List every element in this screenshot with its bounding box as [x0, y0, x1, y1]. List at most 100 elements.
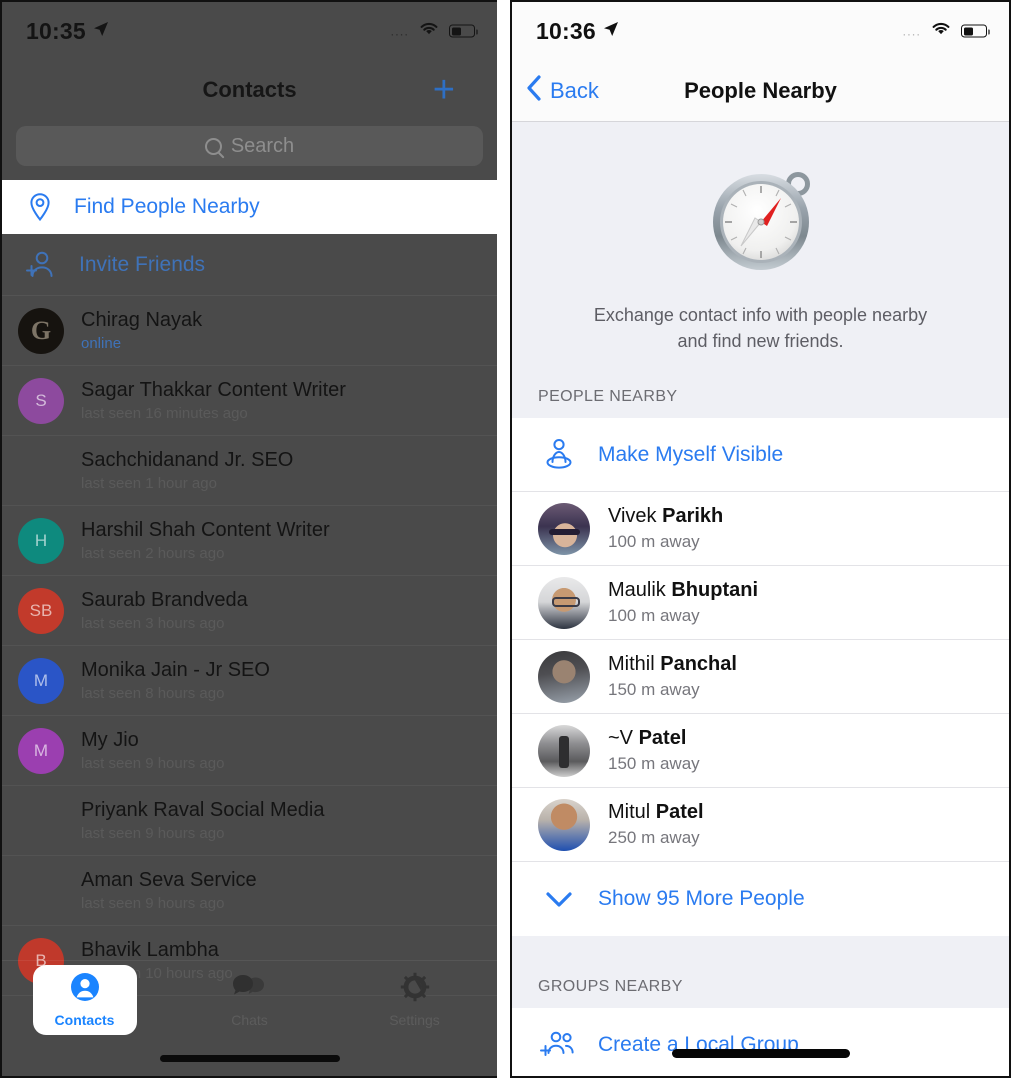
avatar: [18, 448, 64, 494]
contact-status: last seen 1 hour ago: [81, 475, 217, 492]
person-nearby-row[interactable]: ~V Patel 150 m away: [512, 714, 1009, 789]
avatar-initials: H: [34, 530, 48, 550]
contact-status: online: [81, 335, 122, 352]
contact-status: last seen 9 hours ago: [81, 755, 225, 772]
person-last-name: Patel: [638, 727, 687, 750]
avatar: H: [18, 517, 64, 564]
back-label: Back: [550, 77, 599, 103]
groups-nearby-card: Create a Local Group Put Me In Touch Wit…: [512, 1008, 1009, 1076]
contact-row[interactable]: S Sagar Thakkar Content Writer last seen 1…: [2, 366, 497, 436]
chevron-down-icon: [538, 888, 580, 910]
person-first-name: Maulik: [608, 579, 672, 602]
tab-contacts[interactable]: Contacts: [2, 961, 167, 1039]
contact-name: Sagar Thakkar Content Writer: [81, 379, 346, 401]
contact-name: Sachchidanand Jr. SEO: [81, 449, 294, 471]
avatar-initials: M: [33, 740, 49, 760]
avatar-initials: S: [35, 390, 47, 410]
people-nearby-section-header: PEOPLE NEARBY: [512, 380, 1009, 419]
battery-icon: [449, 24, 478, 38]
search-input[interactable]: Search: [16, 126, 483, 166]
make-myself-visible-row[interactable]: Make Myself Visible: [512, 418, 1009, 493]
person-distance: 150 m away: [608, 754, 700, 774]
person-text: Maulik Bhuptani 100 m away: [608, 579, 758, 626]
avatar: M: [18, 727, 64, 774]
contact-name: Chirag Nayak: [81, 309, 203, 331]
search-icon: [204, 137, 222, 155]
contact-status: last seen 9 hours ago: [81, 895, 225, 912]
contact-name: Monika Jain - Jr SEO: [81, 659, 270, 681]
person-text: Mitul Patel 250 m away: [608, 801, 704, 848]
avatar: SB: [18, 587, 64, 634]
contact-row[interactable]: H Harshil Shah Content Writer last seen 2 …: [2, 506, 497, 576]
status-time: 10:36: [536, 17, 596, 44]
search-placeholder: Search: [230, 134, 295, 157]
avatar: [538, 798, 590, 851]
avatar: [538, 502, 590, 555]
compass-icon: [705, 164, 817, 276]
people-nearby-nav-bar: Back People Nearby: [512, 60, 1009, 122]
back-button[interactable]: Back: [512, 74, 599, 107]
contact-text: Aman Seva Service last seen 9 hours ago: [81, 869, 257, 912]
avatar: [18, 868, 64, 914]
person-name: Vivek Parikh: [608, 505, 723, 528]
people-nearby-screen: 10:36 .... Back People Nearby Exchange c…: [512, 2, 1009, 1076]
contact-row[interactable]: M My Jio last seen 9 hours ago: [2, 716, 497, 786]
page-title: Contacts: [202, 77, 297, 102]
search-bar-container: Search: [2, 120, 497, 180]
person-distance: 100 m away: [608, 532, 700, 552]
avatar: [18, 798, 64, 844]
contacts-screen-dimmed: 10:35 .... Contacts + Search Find People…: [2, 2, 497, 1076]
contact-row[interactable]: G Chirag Nayak online: [2, 296, 497, 366]
contact-status: last seen 8 hours ago: [81, 685, 225, 702]
find-people-nearby-label: Find People Nearby: [74, 195, 260, 218]
person-distance: 250 m away: [608, 828, 700, 848]
contact-row[interactable]: Priyank Raval Social Media last seen 9 ho…: [2, 786, 497, 856]
contact-name: Harshil Shah Content Writer: [81, 519, 330, 541]
person-first-name: Mithil: [608, 653, 661, 676]
contact-text: My Jio last seen 9 hours ago: [81, 729, 224, 772]
avatar: [538, 650, 590, 703]
tab-settings[interactable]: Settings: [332, 961, 497, 1039]
hero-description-line1: Exchange contact info with people nearby: [593, 305, 928, 325]
create-local-group-row[interactable]: Create a Local Group: [512, 1008, 1009, 1076]
person-nearby-row[interactable]: Mithil Panchal 150 m away: [512, 640, 1009, 715]
person-nearby-row[interactable]: Mitul Patel 250 m away: [512, 788, 1009, 863]
avatar: G: [18, 307, 64, 354]
person-distance: 100 m away: [608, 606, 700, 626]
contact-status: last seen 16 minutes ago: [81, 405, 248, 422]
avatar-initials: M: [33, 670, 49, 690]
tab-chats[interactable]: Chats: [167, 961, 332, 1039]
invite-friends-row[interactable]: Invite Friends: [2, 234, 497, 296]
status-time: 10:35: [26, 17, 86, 44]
contact-text: Sachchidanand Jr. SEO last seen 1 hour ag…: [81, 449, 293, 492]
contact-text: Chirag Nayak online: [81, 309, 202, 352]
add-contact-button[interactable]: +: [433, 71, 455, 109]
home-indicator-right: [671, 1049, 850, 1058]
battery-icon: [961, 24, 990, 38]
location-arrow-icon: [93, 21, 109, 42]
status-bar-left: 10:35 ....: [2, 2, 497, 60]
avatar: M: [18, 657, 64, 704]
person-last-name: Panchal: [660, 653, 737, 676]
contact-row[interactable]: SB Saurab Brandveda last seen 3 hours ago: [2, 576, 497, 646]
person-name: Mitul Patel: [608, 801, 704, 824]
contact-row[interactable]: M Monika Jain - Jr SEO last seen 8 hours a…: [2, 646, 497, 716]
show-more-people-row[interactable]: Show 95 More People: [512, 862, 1009, 936]
status-indicators: ....: [903, 21, 990, 42]
tab-chats-label: Chats: [231, 1012, 268, 1028]
find-people-nearby-row[interactable]: Find People Nearby: [2, 180, 497, 234]
person-nearby-row[interactable]: Maulik Bhuptani 100 m away: [512, 566, 1009, 641]
page-title: People Nearby: [684, 77, 837, 103]
left-phone-panel: 10:35 .... Contacts + Search Find People…: [0, 0, 497, 1078]
hero-description: Exchange contact info with people nearby…: [512, 302, 1009, 354]
right-phone-panel: 10:36 .... Back People Nearby Exchange c…: [510, 0, 1011, 1078]
contact-row[interactable]: Sachchidanand Jr. SEO last seen 1 hour ag…: [2, 436, 497, 506]
contact-row[interactable]: Aman Seva Service last seen 9 hours ago: [2, 856, 497, 926]
bottom-tab-bar: Contacts Chats Settings: [2, 960, 497, 1076]
people-nearby-card: Make Myself Visible Vivek Parikh 100 m aw…: [512, 418, 1009, 937]
add-group-icon: [538, 1029, 580, 1061]
person-nearby-row[interactable]: Vivek Parikh 100 m away: [512, 492, 1009, 567]
person-first-name: Mitul: [608, 801, 656, 824]
avatar-initials: SB: [29, 600, 53, 620]
wifi-icon: [418, 21, 440, 42]
